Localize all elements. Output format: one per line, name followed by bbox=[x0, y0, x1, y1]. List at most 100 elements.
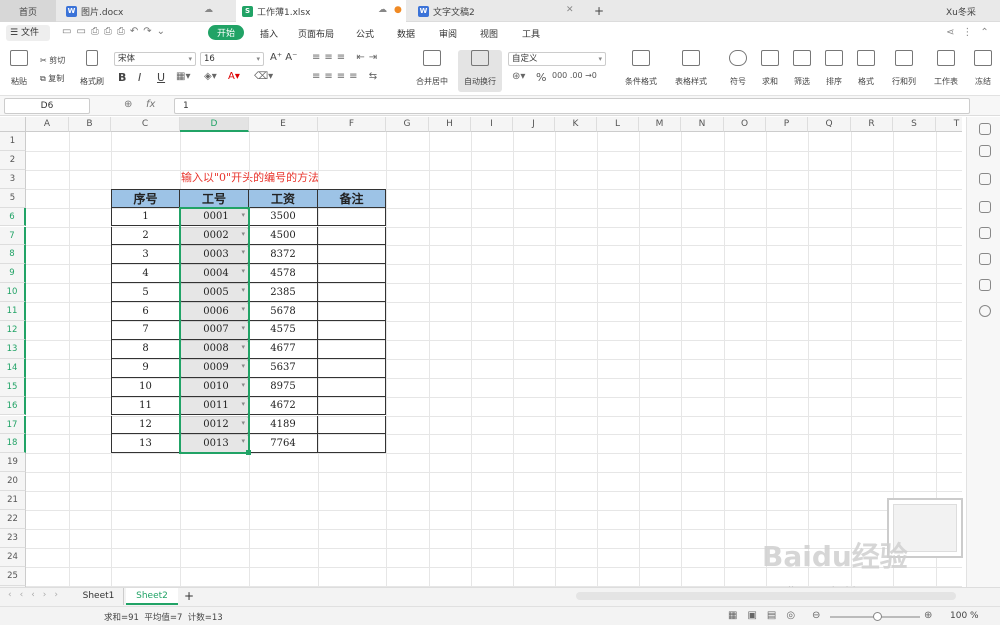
merge-center-button[interactable]: 合并居中 bbox=[410, 50, 454, 87]
settings-slider-icon[interactable] bbox=[979, 253, 991, 265]
table-cell[interactable]: 0006 bbox=[180, 302, 249, 321]
zoom-slider[interactable] bbox=[830, 612, 920, 621]
table-cell[interactable]: 0007 bbox=[180, 321, 249, 340]
font-family-select[interactable]: 宋体 bbox=[114, 52, 196, 66]
sum-button[interactable]: 求和 bbox=[756, 50, 784, 87]
format-button[interactable]: 格式 bbox=[852, 50, 880, 87]
column-header-n[interactable]: N bbox=[681, 117, 724, 132]
table-cell[interactable]: 7764 bbox=[249, 434, 318, 454]
table-cell[interactable]: 4500 bbox=[249, 226, 318, 246]
decimal-buttons[interactable]: 000 .00 →0 bbox=[552, 71, 597, 80]
italic-button[interactable]: I bbox=[138, 71, 141, 84]
column-header-p[interactable]: P bbox=[766, 117, 808, 132]
column-header-b[interactable]: B bbox=[69, 117, 111, 132]
table-cell[interactable]: 0012 bbox=[180, 415, 249, 435]
row-header-5[interactable]: 5 bbox=[0, 188, 26, 208]
align-horizontal-buttons[interactable]: ≡≡≡≡ ⇆ bbox=[312, 71, 381, 82]
table-cell[interactable]: 4578 bbox=[249, 264, 318, 284]
quick-access-icons[interactable]: ▭▭⎙⎙⎙↶↷⌄ bbox=[62, 26, 170, 37]
table-cell[interactable]: 5 bbox=[111, 283, 180, 303]
tab-view[interactable]: 视图 bbox=[480, 27, 498, 40]
table-cell[interactable]: 1 bbox=[111, 207, 180, 227]
fx-icon[interactable]: fx bbox=[146, 99, 155, 110]
cut-button[interactable]: ✂ 剪切 bbox=[40, 55, 65, 66]
table-style-button[interactable]: 表格样式 bbox=[668, 50, 714, 87]
row-header-11[interactable]: 11 bbox=[0, 302, 26, 321]
symbol-button[interactable]: 符号 bbox=[724, 50, 752, 87]
sheet-tab-1[interactable]: Sheet1 bbox=[74, 588, 124, 605]
table-cell[interactable]: 3500 bbox=[249, 207, 318, 227]
cursor-icon[interactable] bbox=[979, 227, 991, 239]
worksheet-button[interactable]: 工作表 bbox=[928, 50, 964, 87]
table-cell[interactable]: 8 bbox=[111, 339, 180, 359]
column-header-r[interactable]: R bbox=[851, 117, 893, 132]
font-color-button[interactable]: A▾ bbox=[228, 71, 240, 82]
table-cell[interactable]: 5678 bbox=[249, 302, 318, 321]
row-header-7[interactable]: 7 bbox=[0, 226, 26, 246]
view-mode-icons[interactable]: ▦▣▤◎ bbox=[728, 610, 805, 621]
fill-color-button[interactable]: ◈▾ bbox=[204, 71, 217, 82]
table-header-cell[interactable]: 序号 bbox=[111, 188, 180, 208]
column-header-g[interactable]: G bbox=[386, 117, 429, 132]
sheet-tab-2[interactable]: Sheet2 bbox=[126, 588, 178, 605]
row-header-13[interactable]: 13 bbox=[0, 339, 26, 359]
wrap-text-button[interactable]: 自动换行 bbox=[458, 50, 502, 92]
column-header-s[interactable]: S bbox=[893, 117, 936, 132]
tab-doc-picture[interactable]: W 图片.docx ☁ bbox=[60, 0, 230, 22]
shapes-icon[interactable] bbox=[979, 145, 991, 157]
zoom-lookup-icon[interactable]: ⊕ bbox=[124, 99, 132, 110]
column-header-h[interactable]: H bbox=[429, 117, 471, 132]
border-button[interactable]: ▦▾ bbox=[176, 71, 190, 82]
table-cell[interactable]: 10 bbox=[111, 377, 180, 397]
table-header-cell[interactable]: 备注 bbox=[318, 188, 386, 208]
table-cell[interactable] bbox=[318, 264, 386, 284]
tab-workbook[interactable]: S 工作薄1.xlsx ☁ ● bbox=[236, 0, 406, 22]
column-header-e[interactable]: E bbox=[249, 117, 318, 132]
column-header-k[interactable]: K bbox=[555, 117, 597, 132]
table-cell[interactable]: 9 bbox=[111, 358, 180, 378]
table-cell[interactable] bbox=[318, 226, 386, 246]
table-cell[interactable]: 0011 bbox=[180, 396, 249, 416]
row-header-20[interactable]: 20 bbox=[0, 472, 26, 492]
name-box[interactable]: D6 bbox=[4, 98, 90, 114]
tab-start[interactable]: 开始 bbox=[208, 25, 244, 40]
table-cell[interactable]: 4575 bbox=[249, 321, 318, 340]
table-cell[interactable]: 11 bbox=[111, 396, 180, 416]
zoom-level[interactable]: 100 % bbox=[950, 611, 979, 621]
row-header-23[interactable]: 23 bbox=[0, 528, 26, 548]
row-header-2[interactable]: 2 bbox=[0, 150, 26, 170]
row-header-18[interactable]: 18 bbox=[0, 434, 26, 454]
table-cell[interactable]: 0008 bbox=[180, 339, 249, 359]
table-cell[interactable]: 2 bbox=[111, 226, 180, 246]
add-sheet-button[interactable]: + bbox=[182, 588, 196, 605]
table-cell[interactable]: 2385 bbox=[249, 283, 318, 303]
table-cell[interactable]: 0003 bbox=[180, 245, 249, 265]
paste-button[interactable]: 粘贴 bbox=[6, 50, 32, 87]
table-cell[interactable]: 4189 bbox=[249, 415, 318, 435]
column-header-j[interactable]: J bbox=[513, 117, 555, 132]
zoom-slider-thumb[interactable] bbox=[873, 612, 882, 621]
table-cell[interactable]: 8975 bbox=[249, 377, 318, 397]
sheet-nav-arrows[interactable]: ‹‹‹›› bbox=[8, 590, 66, 600]
freeze-button[interactable]: 冻结 bbox=[970, 50, 996, 87]
percent-button[interactable]: % bbox=[536, 71, 546, 84]
table-cell[interactable]: 3 bbox=[111, 245, 180, 265]
close-icon[interactable]: ✕ bbox=[566, 5, 574, 15]
table-cell[interactable] bbox=[318, 358, 386, 378]
table-cell[interactable]: 4 bbox=[111, 264, 180, 284]
horizontal-scrollbar[interactable] bbox=[576, 592, 956, 600]
table-cell[interactable]: 0010 bbox=[180, 377, 249, 397]
column-header-i[interactable]: I bbox=[471, 117, 513, 132]
row-header-10[interactable]: 10 bbox=[0, 283, 26, 303]
table-cell[interactable] bbox=[318, 377, 386, 397]
tab-doc-text[interactable]: W 文字文稿2 ✕ bbox=[412, 0, 582, 22]
currency-button[interactable]: ⊛▾ bbox=[512, 71, 525, 82]
table-cell[interactable] bbox=[318, 396, 386, 416]
table-cell[interactable] bbox=[318, 339, 386, 359]
column-header-d[interactable]: D bbox=[180, 117, 249, 132]
column-header-l[interactable]: L bbox=[597, 117, 639, 132]
table-cell[interactable]: 0004 bbox=[180, 264, 249, 284]
fill-handle[interactable] bbox=[246, 450, 251, 456]
table-cell[interactable] bbox=[318, 302, 386, 321]
row-header-3[interactable]: 3 bbox=[0, 169, 26, 189]
